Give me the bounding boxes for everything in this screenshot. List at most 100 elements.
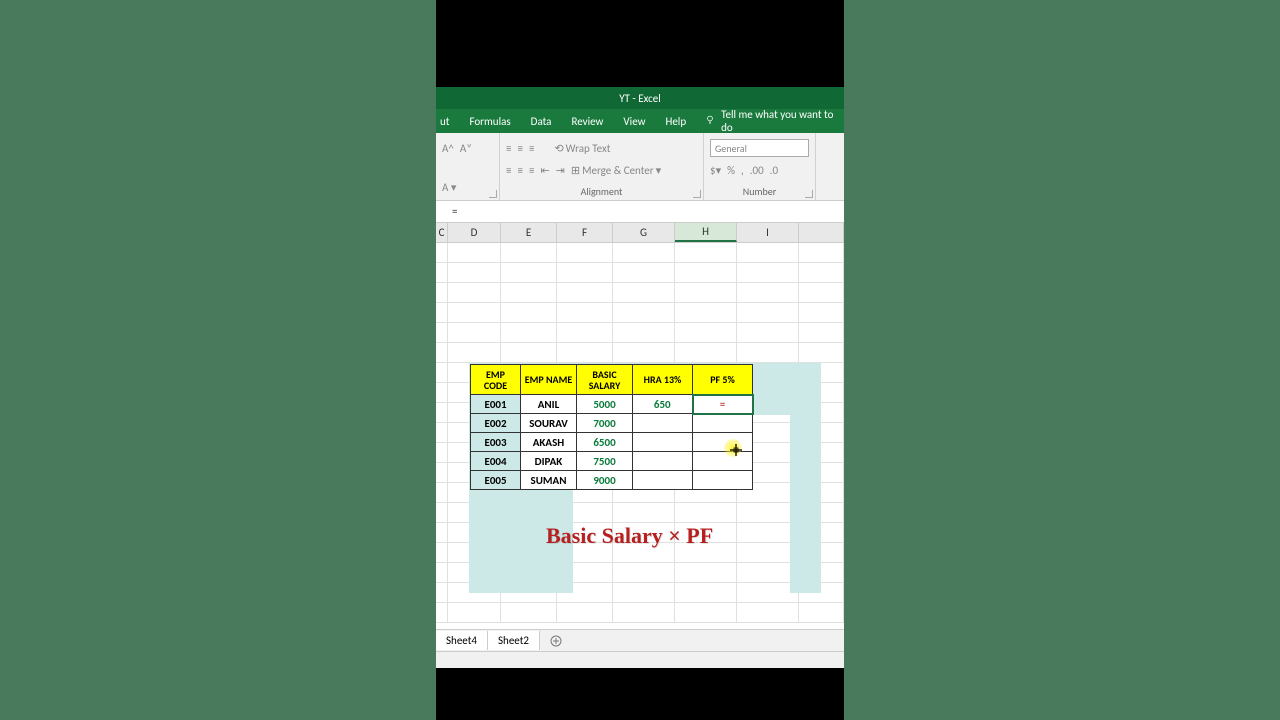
cell[interactable] [436,503,448,523]
number-format-select[interactable]: General [710,139,809,157]
cell[interactable] [613,263,675,283]
ribbon-tab-review[interactable]: Review [561,115,613,128]
emp-code-cell[interactable]: E001 [471,395,521,414]
emp-code-cell[interactable]: E003 [471,433,521,452]
cell[interactable] [436,323,448,343]
decrease-decimal-icon[interactable]: .0 [770,164,778,177]
cell[interactable] [436,283,448,303]
emp-code-cell[interactable]: E004 [471,452,521,471]
cell[interactable] [557,603,613,623]
cell[interactable] [613,583,675,603]
emp-name-cell[interactable]: SUMAN [521,471,577,490]
formula-bar[interactable]: = [436,201,844,223]
sheet-tab[interactable]: Sheet2 [488,631,540,650]
align-left-icon[interactable]: ≡ [506,164,511,177]
cell[interactable] [448,263,501,283]
basic-salary-cell[interactable]: 6500 [577,433,633,452]
ribbon-tab-help[interactable]: Help [655,115,696,128]
wrap-text-button[interactable]: ⟲ Wrap Text [554,142,610,155]
cell[interactable] [501,603,557,623]
cell[interactable] [436,463,448,483]
ribbon-tab[interactable]: ut [436,115,459,128]
cell[interactable] [436,243,448,263]
cell[interactable] [501,323,557,343]
currency-icon[interactable]: $▾ [710,164,721,177]
cell[interactable] [436,483,448,503]
cell[interactable] [448,283,501,303]
cell[interactable] [436,263,448,283]
hra-cell[interactable] [633,452,693,471]
cell[interactable] [613,323,675,343]
cell[interactable] [675,563,737,583]
cell[interactable] [436,523,448,543]
ribbon-tab-data[interactable]: Data [521,115,562,128]
cell[interactable] [613,563,675,583]
column-header[interactable]: D [448,223,501,242]
cell[interactable] [675,503,737,523]
font-color-icon[interactable]: A ▾ [442,181,456,194]
cell[interactable] [448,243,501,263]
hra-cell[interactable] [633,471,693,490]
cell[interactable] [501,303,557,323]
cell[interactable] [557,303,613,323]
cell[interactable] [675,263,737,283]
cell[interactable] [675,603,737,623]
cell[interactable] [675,583,737,603]
hra-cell[interactable]: 650 [633,395,693,414]
emp-code-cell[interactable]: E002 [471,414,521,433]
indent-decrease-icon[interactable]: ⇤ [540,164,549,177]
align-bottom-icon[interactable]: ≡ [529,142,534,155]
cell[interactable] [675,343,737,363]
cell[interactable] [613,283,675,303]
cell[interactable] [613,343,675,363]
cell[interactable] [613,503,675,523]
comma-icon[interactable]: , [741,164,744,177]
cell[interactable] [436,543,448,563]
percent-icon[interactable]: % [727,164,735,177]
cell[interactable] [501,343,557,363]
cell[interactable] [436,343,448,363]
align-middle-icon[interactable]: ≡ [517,142,522,155]
ribbon-tab-formulas[interactable]: Formulas [459,115,520,128]
cell[interactable] [436,583,448,603]
column-header[interactable]: I [737,223,799,242]
cell[interactable] [501,263,557,283]
basic-salary-cell[interactable]: 5000 [577,395,633,414]
cell[interactable] [737,323,799,343]
basic-salary-cell[interactable]: 9000 [577,471,633,490]
pf-cell[interactable] [693,395,753,414]
hra-cell[interactable] [633,433,693,452]
emp-name-cell[interactable]: SOURAV [521,414,577,433]
worksheet-grid[interactable]: CDEFGHI EMP CODEEMP NAMEBASIC SALARYHRA … [436,223,844,629]
cell[interactable] [675,243,737,263]
cell[interactable] [557,323,613,343]
cell[interactable] [675,323,737,343]
ribbon-tab-view[interactable]: View [613,115,655,128]
cell[interactable] [448,303,501,323]
pf-cell[interactable] [693,414,753,433]
align-right-icon[interactable]: ≡ [529,164,534,177]
font-decrease-icon[interactable]: A˅ [460,142,472,155]
cell[interactable] [557,343,613,363]
emp-name-cell[interactable]: AKASH [521,433,577,452]
dialog-launcher-icon[interactable] [805,190,813,198]
align-top-icon[interactable]: ≡ [506,142,511,155]
cell[interactable] [613,303,675,323]
emp-name-cell[interactable]: ANIL [521,395,577,414]
column-header[interactable]: F [557,223,613,242]
cell[interactable] [448,323,501,343]
cell[interactable] [436,303,448,323]
merge-center-button[interactable]: ⊞ Merge & Center ▾ [571,164,661,177]
increase-decimal-icon[interactable]: .00 [750,164,764,177]
cell[interactable] [557,243,613,263]
cell[interactable] [436,563,448,583]
dialog-launcher-icon[interactable] [693,190,701,198]
cell-editor-input[interactable] [694,398,752,411]
cell[interactable] [436,383,448,403]
column-header[interactable]: C [436,223,448,242]
cell[interactable] [737,243,799,263]
hra-cell[interactable] [633,414,693,433]
pf-cell[interactable] [693,471,753,490]
dialog-launcher-icon[interactable] [489,190,497,198]
emp-code-cell[interactable]: E005 [471,471,521,490]
